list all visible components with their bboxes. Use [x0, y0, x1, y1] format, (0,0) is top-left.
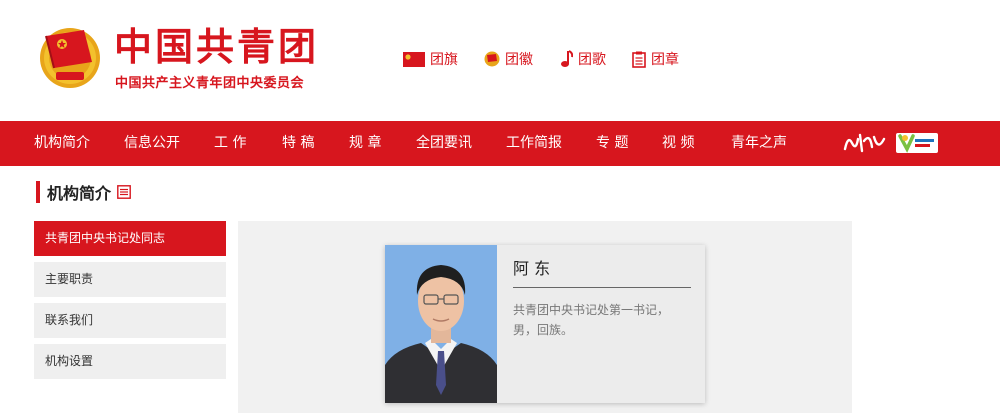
site-title[interactable]: 中国共青团 [114, 16, 319, 71]
quicklink-song[interactable]: 团歌 [559, 49, 606, 69]
nav-item-features[interactable]: 特 稿 [282, 121, 314, 166]
main-content: 阿 东 共青团中央书记处第一书记，男，回族。 [238, 221, 852, 413]
nav-item-info[interactable]: 信息公开 [124, 121, 180, 166]
sidebar-item-duties[interactable]: 主要职责 [34, 262, 226, 297]
nav-item-video[interactable]: 视 频 [662, 121, 694, 166]
quicklink-emblem[interactable]: 团徽 [484, 49, 533, 69]
main-nav: 机构简介 信息公开 工 作 特 稿 规 章 全团要讯 工作简报 专 题 视 频 … [0, 121, 1000, 166]
list-document-icon [117, 185, 131, 199]
site-subtitle: 中国共产主义青年团中央委员会 [115, 76, 305, 91]
profile-name: 阿 东 [513, 255, 691, 288]
partner-logos [842, 131, 938, 155]
nav-item-news[interactable]: 全团要讯 [416, 121, 472, 166]
page: 中国共青团 中国共产主义青年团中央委员会 团旗 团徽 团歌 团章 机构简介 信息… [0, 0, 1000, 413]
profile-card[interactable]: 阿 东 共青团中央书记处第一书记，男，回族。 [385, 245, 705, 403]
quicklink-flag[interactable]: 团旗 [403, 49, 458, 69]
profile-info: 阿 东 共青团中央书记处第一书记，男，回族。 [497, 245, 705, 403]
quicklink-label: 团旗 [430, 52, 458, 68]
sidebar-item-secretariat[interactable]: 共青团中央书记处同志 [34, 221, 226, 256]
document-icon [632, 51, 646, 68]
nav-item-briefing[interactable]: 工作简报 [506, 121, 562, 166]
site-header: 中国共青团 中国共产主义青年团中央委员会 团旗 团徽 团歌 团章 [0, 0, 1000, 121]
nav-item-about[interactable]: 机构简介 [34, 121, 90, 166]
nav-item-youth-voice[interactable]: 青年之声 [731, 121, 787, 166]
sidebar: 共青团中央书记处同志 主要职责 联系我们 机构设置 [34, 221, 226, 385]
profile-description: 共青团中央书记处第一书记，男，回族。 [513, 303, 670, 337]
quicklink-label: 团徽 [505, 52, 533, 68]
quicklink-label: 团章 [651, 52, 679, 68]
flag-icon [403, 51, 425, 67]
profile-photo [385, 245, 497, 403]
quicklink-label: 团歌 [578, 52, 606, 68]
nav-item-topics[interactable]: 专 题 [596, 121, 628, 166]
sidebar-item-contact[interactable]: 联系我们 [34, 303, 226, 338]
section-title: 机构简介 [36, 181, 131, 203]
youth-league-emblem-icon[interactable] [36, 22, 104, 90]
music-note-icon [561, 50, 573, 67]
nav-item-work[interactable]: 工 作 [214, 121, 246, 166]
sidebar-item-structure[interactable]: 机构设置 [34, 344, 226, 379]
quicklinks: 团旗 团徽 团歌 团章 [403, 49, 705, 69]
nav-item-rules[interactable]: 规 章 [349, 121, 381, 166]
emblem-icon [484, 51, 500, 67]
youth-voice-logo[interactable] [896, 131, 938, 155]
quicklink-charter[interactable]: 团章 [632, 49, 679, 69]
section-title-text: 机构简介 [47, 184, 112, 203]
youth-calligraphy-logo[interactable] [842, 131, 888, 155]
section-title-bar [36, 181, 40, 203]
